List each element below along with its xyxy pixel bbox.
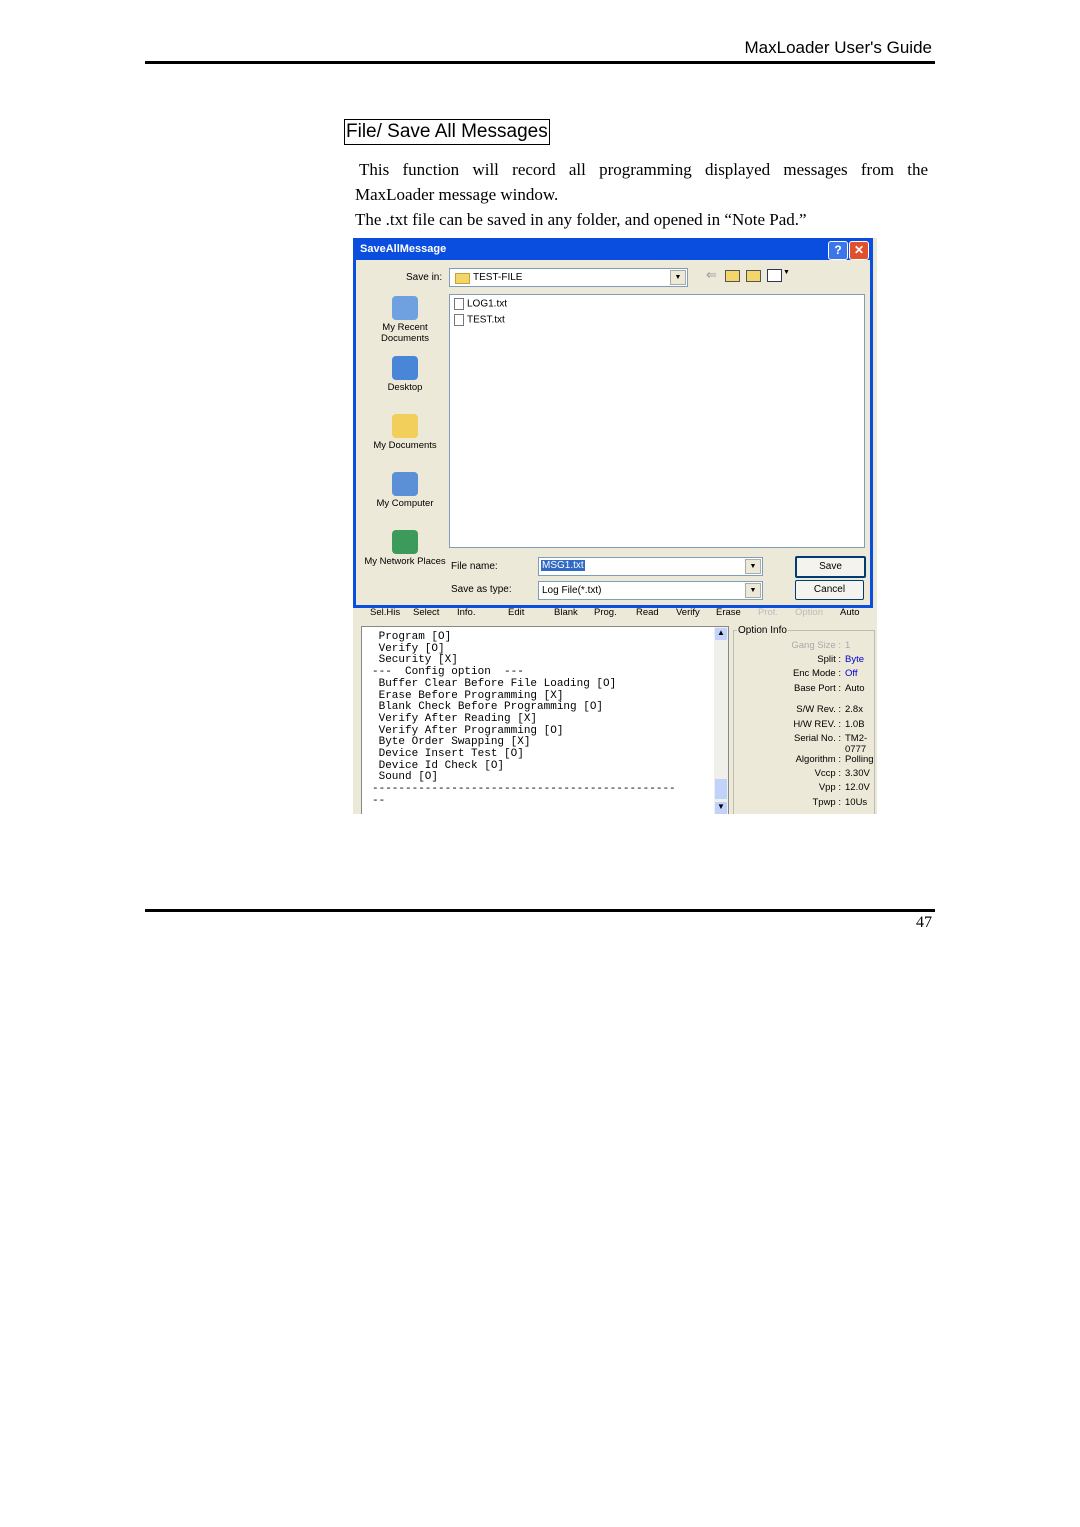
up-folder-icon[interactable] bbox=[725, 270, 740, 282]
toolbar-button[interactable]: Info. bbox=[457, 607, 476, 618]
option-value: Polling bbox=[845, 754, 874, 765]
chevron-down-icon[interactable]: ▼ bbox=[745, 559, 761, 574]
file-name: TEST.txt bbox=[467, 314, 505, 326]
toolbar-button[interactable]: Blank bbox=[554, 607, 578, 618]
screenshot: Sel.His Select Info. Edit Blank Prog. Read Veri… bbox=[353, 238, 877, 814]
option-label: Enc Mode : bbox=[792, 668, 841, 679]
option-value: 12.0V bbox=[845, 782, 870, 793]
place-icon bbox=[392, 414, 418, 438]
option-label: Tpwp : bbox=[812, 797, 841, 808]
option-value: 2.8x bbox=[845, 704, 863, 715]
place-0[interactable]: My Recent Documents bbox=[360, 296, 450, 344]
place-label: My Recent Documents bbox=[380, 322, 430, 344]
scroll-thumb[interactable] bbox=[715, 779, 727, 799]
header-rule bbox=[145, 61, 935, 64]
option-label: H/W REV. : bbox=[793, 719, 841, 730]
save-as-type-label: Save as type: bbox=[451, 584, 512, 595]
option-label: Gang Size : bbox=[791, 640, 841, 651]
page-number: 47 bbox=[916, 914, 932, 931]
option-label: Vccp : bbox=[814, 768, 841, 779]
chevron-down-icon[interactable]: ▼ bbox=[745, 583, 761, 598]
file-name: LOG1.txt bbox=[467, 298, 508, 310]
chevron-down-icon[interactable]: ▼ bbox=[783, 269, 790, 276]
place-3[interactable]: My Computer bbox=[360, 472, 450, 509]
toolbar-button[interactable]: Prot. bbox=[758, 607, 778, 618]
option-label: Serial No. : bbox=[794, 733, 841, 744]
toolbar-button[interactable]: Erase bbox=[716, 607, 741, 618]
option-info-title: Option Info bbox=[737, 625, 788, 636]
toolbar-button[interactable]: Prog. bbox=[594, 607, 617, 618]
scrollbar[interactable]: ▲ ▼ bbox=[714, 627, 728, 814]
help-button[interactable]: ? bbox=[828, 241, 848, 260]
save-in-combo[interactable]: TEST-FILE ▼ bbox=[449, 268, 688, 287]
toolbar-button[interactable]: Sel.His bbox=[370, 607, 400, 618]
option-value: Auto bbox=[845, 683, 865, 694]
message-text: Program [O] Verify [O] Security [X] --- … bbox=[372, 631, 676, 807]
dialog-title: SaveAllMessage bbox=[360, 243, 447, 255]
place-4[interactable]: My Network Places bbox=[360, 530, 450, 567]
place-2[interactable]: My Documents bbox=[360, 414, 450, 451]
file-item[interactable]: TEST.txt bbox=[454, 314, 505, 326]
file-item[interactable]: LOG1.txt bbox=[454, 298, 507, 310]
place-label: Desktop bbox=[387, 382, 423, 393]
file-list[interactable]: LOG1.txt TEST.txt bbox=[449, 294, 865, 548]
text-file-icon bbox=[454, 298, 464, 310]
save-as-type-value: Log File(*.txt) bbox=[542, 585, 602, 596]
scroll-up-icon[interactable]: ▲ bbox=[715, 628, 727, 640]
message-window: Program [O] Verify [O] Security [X] --- … bbox=[361, 626, 729, 814]
option-label: Algorithm : bbox=[795, 754, 841, 765]
toolbar-button[interactable]: Read bbox=[636, 607, 659, 618]
close-button[interactable]: ✕ bbox=[849, 241, 869, 260]
option-value: 1.0B bbox=[845, 719, 865, 730]
place-icon bbox=[392, 356, 418, 380]
option-value: Off bbox=[845, 668, 858, 679]
option-value: TM2-0777 bbox=[845, 733, 868, 755]
paragraph-line: This function will record all programmin… bbox=[359, 160, 928, 179]
toolbar-button[interactable]: Edit bbox=[508, 607, 524, 618]
cancel-button[interactable]: Cancel bbox=[795, 580, 864, 600]
option-value: 3.30V bbox=[845, 768, 870, 779]
place-label: My Documents bbox=[373, 440, 437, 451]
place-icon bbox=[392, 296, 418, 320]
option-label: Split : bbox=[817, 654, 841, 665]
folder-icon bbox=[455, 273, 470, 284]
place-1[interactable]: Desktop bbox=[360, 356, 450, 393]
paragraph-line: MaxLoader message window. bbox=[355, 185, 559, 204]
option-info-panel: Option Info Gang Size : 1 Split : Byte Enc M… bbox=[731, 625, 877, 814]
view-menu-icon[interactable] bbox=[767, 269, 782, 282]
paragraph: The .txt file can be saved in any folder… bbox=[355, 210, 807, 229]
option-label: Vpp : bbox=[818, 782, 841, 793]
footer-rule bbox=[145, 909, 935, 912]
option-value: 1 bbox=[845, 640, 851, 651]
option-label: S/W Rev. : bbox=[796, 704, 841, 715]
file-name-value: MSG1.txt bbox=[541, 560, 585, 571]
place-icon bbox=[392, 530, 418, 554]
toolbar-button[interactable]: Auto bbox=[840, 607, 860, 618]
save-dialog: SaveAllMessage ? ✕ Save in: TEST-FILE ▼ … bbox=[353, 238, 873, 608]
file-name-label: File name: bbox=[451, 561, 498, 572]
option-value: Byte bbox=[845, 654, 865, 665]
option-label: Base Port : bbox=[794, 683, 841, 694]
back-icon[interactable]: ⇐ bbox=[706, 267, 717, 283]
chevron-down-icon[interactable]: ▼ bbox=[670, 270, 686, 285]
toolbar-button[interactable]: Verify bbox=[676, 607, 700, 618]
option-value: 10Us bbox=[845, 797, 868, 808]
new-folder-icon[interactable] bbox=[746, 270, 761, 282]
place-icon bbox=[392, 472, 418, 496]
scroll-down-icon[interactable]: ▼ bbox=[715, 802, 727, 814]
save-in-label: Save in: bbox=[406, 272, 443, 283]
text-file-icon bbox=[454, 314, 464, 326]
app-toolbar: Sel.His Select Info. Edit Blank Prog. Read Veri… bbox=[353, 606, 877, 622]
place-label: My Computer bbox=[376, 498, 434, 509]
place-label: My Network Places bbox=[364, 556, 446, 567]
toolbar-button[interactable]: Option bbox=[795, 607, 823, 618]
save-in-value: TEST-FILE bbox=[473, 272, 523, 283]
running-header: MaxLoader User's Guide bbox=[744, 38, 933, 57]
save-button[interactable]: Save bbox=[795, 556, 866, 578]
document-page: MaxLoader User's Guide File/ Save All Me… bbox=[0, 0, 1080, 1527]
file-name-input[interactable]: MSG1.txt ▼ bbox=[538, 557, 763, 576]
section-heading: File/ Save All Messages bbox=[344, 119, 550, 145]
save-as-type-select[interactable]: Log File(*.txt) ▼ bbox=[538, 581, 763, 600]
toolbar-button[interactable]: Select bbox=[413, 607, 439, 618]
